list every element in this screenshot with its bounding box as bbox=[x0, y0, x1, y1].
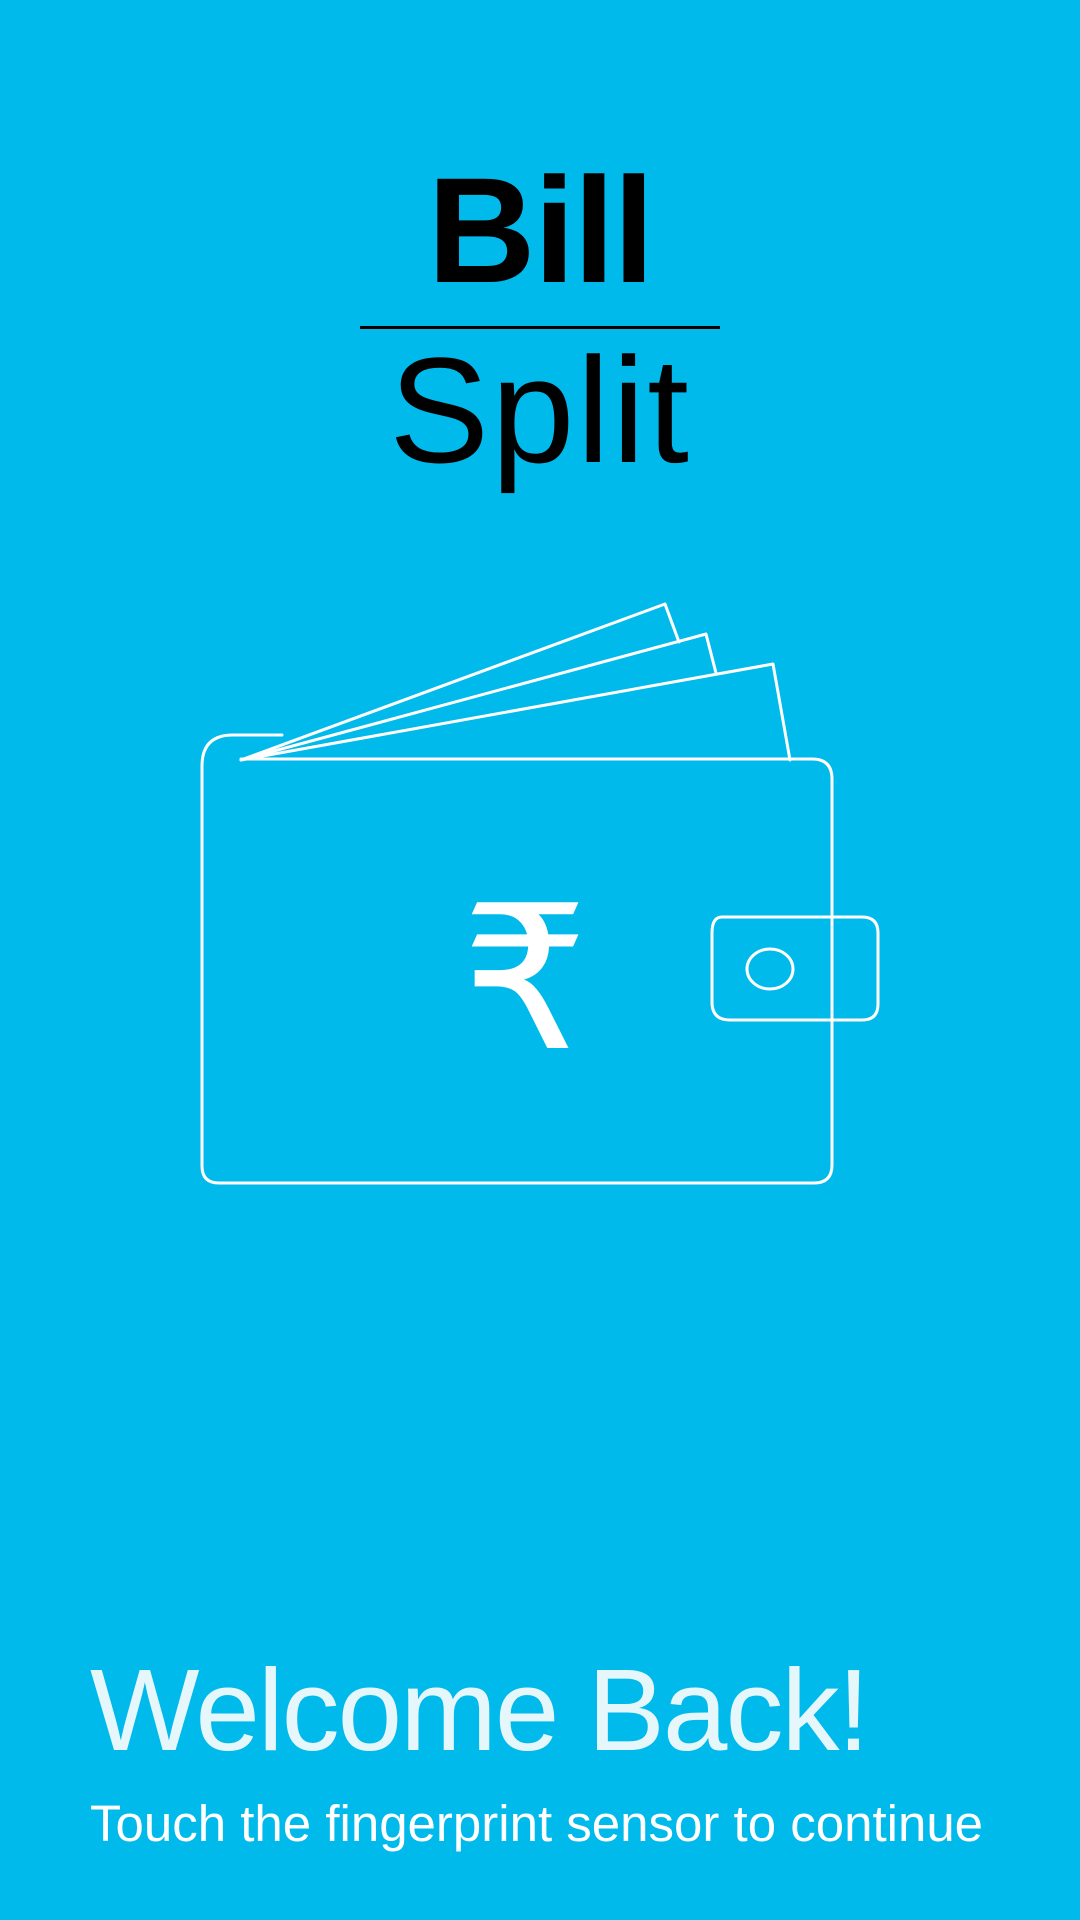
welcome-title: Welcome Back! bbox=[90, 1645, 870, 1775]
bill-sheet-2 bbox=[239, 632, 718, 762]
clasp-button bbox=[745, 947, 795, 991]
wallet-clasp bbox=[710, 915, 880, 1022]
bill-sheet-1 bbox=[239, 602, 681, 762]
logo-word-bill: Bill bbox=[427, 146, 654, 314]
bill-sheet-3 bbox=[239, 662, 792, 762]
rupee-icon: ₹ bbox=[461, 863, 589, 1096]
welcome-subtitle: Touch the fingerprint sensor to continue bbox=[90, 1795, 984, 1852]
logo-word-split: Split bbox=[389, 326, 691, 494]
